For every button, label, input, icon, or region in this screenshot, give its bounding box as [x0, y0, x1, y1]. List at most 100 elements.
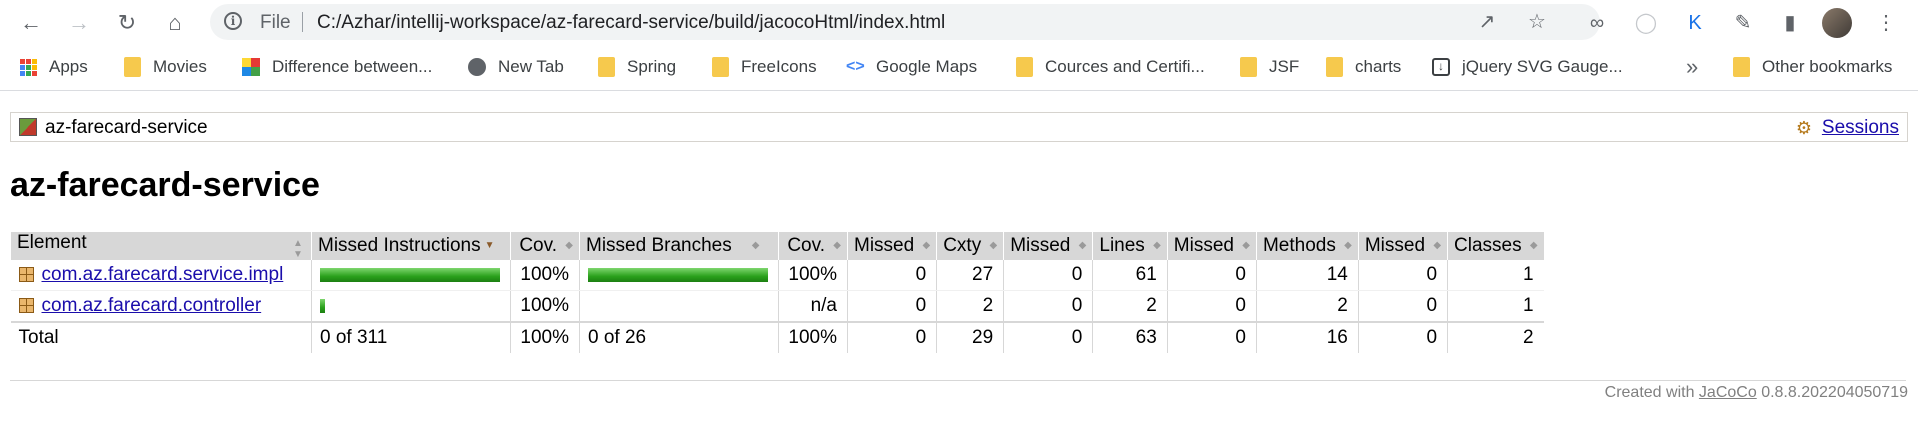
bookmark-freeicons[interactable]: FreeIcons [712, 56, 817, 78]
bookmark-difference-between[interactable]: Difference between... [242, 56, 432, 78]
instr-bar-cell [311, 260, 511, 291]
sessions-gear-icon: ⚙ [1795, 118, 1813, 138]
bookmark-spring[interactable]: Spring [598, 56, 676, 78]
missed-lines-cell: 0 [1003, 260, 1093, 291]
bookmark-label: Movies [153, 57, 207, 76]
extension-circle-icon[interactable]: ◯ [1634, 11, 1658, 35]
report-icon [19, 118, 37, 136]
bookmark-movies[interactable]: Movies [124, 56, 207, 78]
menu-kebab-icon[interactable]: ⋮ [1874, 11, 1898, 35]
bookmark-label: Google Maps [876, 57, 978, 76]
code-icon: <> [846, 58, 865, 75]
branch-bar-cell [579, 290, 779, 323]
side-panel-icon[interactable]: ▮ [1778, 11, 1802, 35]
instr-bar-cell [311, 290, 511, 323]
branch-bar-cell [579, 260, 779, 291]
bookmark-other-bookmarks[interactable]: Other bookmarks [1733, 56, 1892, 78]
package-link[interactable]: com.az.farecard.service.impl [42, 264, 284, 285]
table-header-row: Element ▲ ▼ Missed Instructions ▼ Cov. ◆ Mis… [10, 232, 1544, 260]
missed-lines-cell: 0 [1003, 290, 1093, 323]
bookmark-cources[interactable]: Cources and Certifi... [1016, 56, 1205, 78]
apps-grid-icon [20, 58, 37, 76]
header-missed-branches[interactable]: Missed Branches ◆ [579, 232, 779, 260]
package-link[interactable]: com.az.farecard.controller [42, 295, 262, 316]
total-cxty: 29 [936, 321, 1004, 353]
footer: Created with JaCoCo 0.8.8.202204050719 [1605, 384, 1908, 402]
bookmark-label: charts [1355, 57, 1402, 76]
header-methods[interactable]: Methods ◆ [1255, 232, 1359, 260]
header-cxty[interactable]: Cxty ◆ [936, 232, 1004, 260]
bookmark-apps[interactable]: Apps [20, 56, 88, 78]
total-instr: 0 of 311 [311, 321, 511, 353]
header-branch-cov[interactable]: Cov. ◆ [778, 232, 848, 260]
grid-logo-icon [242, 58, 260, 76]
sort-icon: ◆ [922, 240, 931, 252]
table-row: com.az.farecard.service.impl 100% 100% 0… [10, 260, 1544, 291]
header-instr-cov[interactable]: Cov. ◆ [510, 232, 580, 260]
extension-k-icon[interactable]: K [1683, 11, 1707, 35]
lines-cell: 2 [1092, 290, 1168, 323]
bookmark-label: Other bookmarks [1762, 57, 1893, 76]
breadcrumb-label: az-farecard-service [45, 117, 208, 138]
header-missed-cxty[interactable]: Missed ◆ [846, 232, 937, 260]
header-missed-lines[interactable]: Missed ◆ [1003, 232, 1093, 260]
branch-bar-track [588, 267, 768, 282]
folder-icon [1016, 57, 1033, 77]
header-lines[interactable]: Lines ◆ [1092, 232, 1168, 260]
instr-coverage-bar [320, 298, 325, 313]
bookmark-star-icon[interactable]: ☆ [1526, 11, 1548, 33]
bookmark-label: Spring [627, 57, 677, 76]
header-missed-instructions[interactable]: Missed Instructions ▼ [311, 232, 511, 260]
total-missed-methods: 0 [1166, 321, 1257, 353]
bookmark-label: FreeIcons [741, 57, 817, 76]
address-bar[interactable]: i File C:/Azhar/intellij-workspace/az-fa… [210, 4, 1600, 40]
share-icon[interactable]: ↗ [1476, 11, 1498, 33]
total-methods: 16 [1255, 321, 1359, 353]
scheme-label: File [260, 12, 291, 33]
extensions-puzzle-icon[interactable]: ✎ [1731, 11, 1755, 35]
site-info-icon[interactable]: i [224, 12, 242, 30]
missed-methods-cell: 0 [1166, 290, 1257, 323]
sort-icon: ◆ [1242, 240, 1250, 252]
header-classes[interactable]: Classes ◆ [1447, 232, 1544, 260]
bookmark-label: Apps [49, 57, 88, 76]
bookmark-jquery-svg-gauge[interactable]: ↓ jQuery SVG Gauge... [1432, 56, 1623, 78]
jacoco-link[interactable]: JaCoCo [1699, 384, 1757, 401]
instr-cov-cell: 100% [510, 290, 580, 323]
bookmark-new-tab[interactable]: New Tab [468, 56, 564, 78]
instr-coverage-bar [320, 267, 500, 282]
total-branch: 0 of 26 [579, 321, 779, 353]
bookmark-charts[interactable]: charts [1326, 56, 1401, 78]
total-missed-cxty: 0 [846, 321, 937, 353]
sort-icon: ◆ [1078, 240, 1087, 252]
folder-icon [712, 57, 729, 77]
bookmark-label: Cources and Certifi... [1045, 57, 1205, 76]
reload-icon[interactable]: ↻ [114, 10, 140, 36]
sort-icon: ◆ [1433, 240, 1442, 252]
bookmark-jsf[interactable]: JSF [1240, 56, 1299, 78]
sort-icon: ◆ [1153, 240, 1161, 252]
bookmarks-overflow-icon[interactable]: » [1686, 54, 1698, 80]
folder-icon [598, 57, 615, 77]
classes-cell: 1 [1447, 260, 1544, 291]
home-icon[interactable]: ⌂ [162, 10, 188, 36]
header-element[interactable]: Element ▲ ▼ [10, 232, 312, 260]
folder-icon [1733, 57, 1750, 77]
back-icon[interactable]: ← [18, 10, 44, 36]
sort-icon: ◆ [1529, 240, 1538, 252]
total-label: Total [10, 321, 312, 353]
bookmark-label: JSF [1269, 57, 1300, 76]
forward-icon[interactable]: → [66, 10, 92, 36]
profile-avatar[interactable] [1822, 8, 1852, 38]
url-text[interactable]: C:/Azhar/intellij-workspace/az-farecard-… [317, 12, 945, 34]
header-missed-methods[interactable]: Missed ◆ [1166, 232, 1257, 260]
branch-coverage-bar [588, 267, 768, 282]
sort-icon: ◆ [751, 240, 760, 252]
bookmark-google-maps[interactable]: <> Google Maps [846, 56, 977, 78]
sessions-link-container: ⚙ Sessions [1796, 117, 1899, 139]
package-icon [18, 267, 34, 282]
element-cell: com.az.farecard.controller [10, 290, 312, 323]
sessions-link[interactable]: Sessions [1822, 117, 1899, 139]
extension-code-icon[interactable]: ∞ [1585, 11, 1609, 35]
header-missed-classes[interactable]: Missed ◆ [1357, 232, 1448, 260]
